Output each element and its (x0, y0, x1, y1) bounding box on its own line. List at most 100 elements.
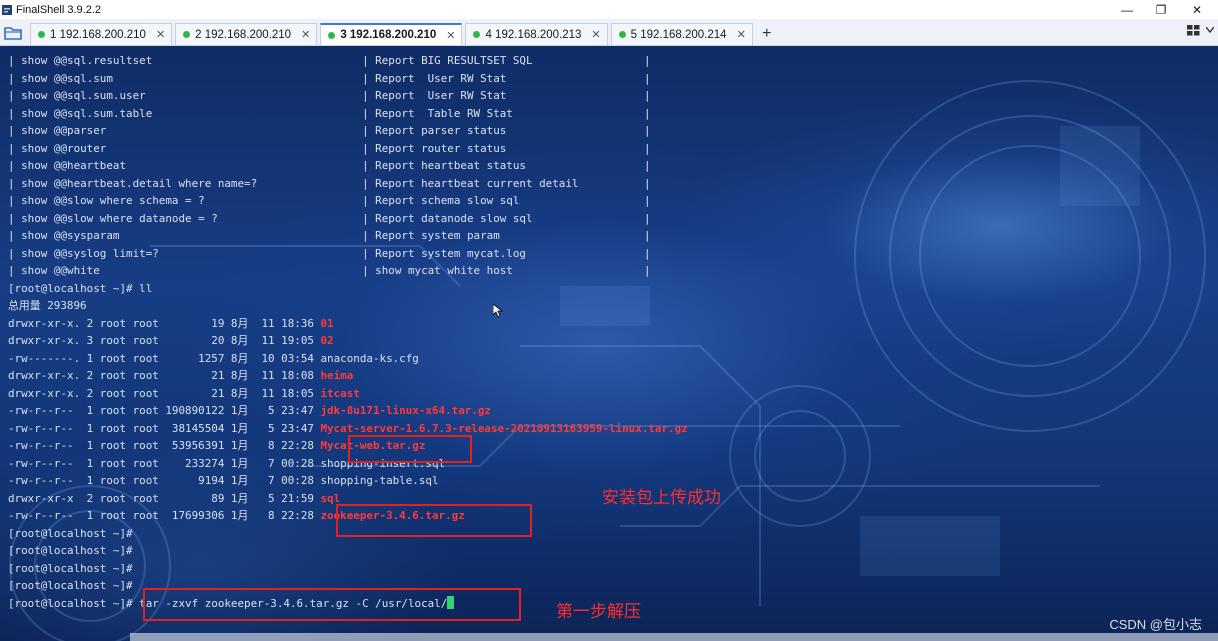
terminal-line-text: | show @@slow where schema = ? | Report … (8, 194, 651, 207)
add-tab-button[interactable]: + (756, 23, 778, 45)
terminal-line: [root@localhost ~]# (8, 560, 688, 578)
terminal-line-text: [root@localhost ~]# ll (8, 281, 153, 295)
terminal-line-text: -rw-r--r-- 1 root root 9194 1月 7 00:28 s… (8, 474, 439, 487)
terminal-line: -rw-r--r-- 1 root root 9194 1月 7 00:28 s… (8, 472, 688, 490)
terminal-line-text: drwxr-xr-x 2 root root 89 1月 5 21:59 (8, 491, 321, 505)
terminal-line: drwxr-xr-x. 2 root root 19 8月 11 18:36 0… (8, 315, 688, 333)
terminal-line-text: | show @@heartbeat | Report heartbeat st… (8, 159, 651, 172)
terminal-line-text: [root@localhost ~]# (8, 561, 133, 575)
terminal-line-text: | show @@heartbeat.detail where name=? |… (8, 176, 651, 190)
highlighted-filename: 02 (320, 334, 334, 347)
terminal-line: | show @@slow where datanode = ? | Repor… (8, 210, 688, 228)
terminal-line-text: 总用量 293896 (8, 299, 87, 312)
tab-label: 2 192.168.200.210 (195, 28, 292, 41)
csdn-watermark: CSDN @包小志 (1109, 617, 1202, 632)
terminal-line: drwxr-xr-x. 2 root root 21 8月 11 18:08 h… (8, 367, 688, 385)
terminal-line: | show @@heartbeat.detail where name=? |… (8, 175, 688, 193)
tab-session-4[interactable]: 4 192.168.200.213 ✕ (465, 23, 608, 45)
session-tab-bar: 1 192.168.200.210 ✕ 2 192.168.200.210 ✕ … (0, 19, 1218, 46)
terminal-line: | show @@sql.resultset | Report BIG RESU… (8, 52, 688, 70)
terminal-line-text: [root@localhost ~]# (8, 579, 133, 592)
terminal-line-text: | show @@router | Report router status | (8, 141, 651, 155)
connected-status-icon (328, 31, 336, 39)
close-tab-icon[interactable]: ✕ (301, 28, 310, 41)
terminal-line: drwxr-xr-x. 2 root root 21 8月 11 18:05 i… (8, 385, 688, 403)
terminal-line-text: | show @@sql.resultset | Report BIG RESU… (8, 54, 651, 67)
terminal-line-text: -rw-r--r-- 1 root root 190890122 1月 5 23… (8, 404, 321, 417)
terminal-panel[interactable]: | show @@sql.resultset | Report BIG RESU… (0, 46, 1218, 641)
tab-label: 1 192.168.200.210 (50, 28, 146, 41)
terminal-line: | show @@syslog limit=? | Report system … (8, 245, 688, 263)
terminal-line: | show @@heartbeat | Report heartbeat st… (8, 157, 688, 175)
terminal-line: | show @@router | Report router status | (8, 140, 688, 158)
tab-session-2[interactable]: 2 192.168.200.210 ✕ (175, 23, 318, 45)
bottom-toolbar-strip (130, 633, 1218, 641)
terminal-line-text: | show @@sql.sum.table | Report Table RW… (8, 106, 651, 120)
terminal-line-text: -rw-r--r-- 1 root root 53956391 1月 8 22:… (8, 439, 321, 452)
connected-status-icon (618, 31, 626, 38)
terminal-line-text: -rw-r--r-- 1 root root 17699306 1月 8 22:… (8, 509, 321, 522)
highlight-box-zookeeper (336, 504, 532, 537)
terminal-line: [root@localhost ~]# (8, 542, 688, 560)
maximize-button[interactable]: ❐ (1144, 0, 1178, 19)
highlighted-filename: Mycat-server-1.6.7.3-release-20210913163… (320, 421, 688, 435)
terminal-line: 总用量 293896 (8, 297, 688, 315)
terminal-line: -rw-------. 1 root root 1257 8月 10 03:54… (8, 350, 688, 368)
highlight-box-mycat-web (348, 435, 472, 463)
highlight-box-tar-command (143, 588, 521, 621)
highlighted-filename: sql (320, 491, 341, 505)
mouse-pointer-icon (493, 304, 503, 318)
terminal-line: | show @@sql.sum | Report User RW Stat | (8, 70, 688, 88)
close-tab-icon[interactable]: ✕ (446, 29, 455, 42)
layout-grid-icon[interactable] (1187, 23, 1200, 39)
upload-success-annotation: 安装包上传成功 (602, 488, 721, 508)
terminal-line: | show @@white | show mycat white host | (8, 262, 688, 280)
minimize-button[interactable]: — (1110, 0, 1144, 19)
terminal-line: | show @@sql.sum.user | Report User RW S… (8, 87, 688, 105)
highlighted-filename: heima (320, 369, 354, 382)
terminal-line: | show @@sysparam | Report system param … (8, 227, 688, 245)
connected-status-icon (473, 31, 481, 38)
terminal-line-text: | show @@sysparam | Report system param … (8, 229, 651, 242)
close-tab-icon[interactable]: ✕ (591, 28, 600, 41)
window-title: FinalShell 3.9.2.2 (16, 3, 101, 16)
chevron-down-icon[interactable] (1205, 25, 1215, 36)
terminal-line-text: [root@localhost ~]# (8, 526, 133, 540)
close-tab-icon[interactable]: ✕ (156, 28, 165, 41)
tab-session-1[interactable]: 1 192.168.200.210 ✕ (30, 23, 173, 45)
terminal-line-text: | show @@parser | Report parser status | (8, 124, 651, 137)
highlighted-filename: itcast (320, 386, 360, 400)
terminal-line: | show @@slow where schema = ? | Report … (8, 192, 688, 210)
close-window-button[interactable]: ✕ (1180, 0, 1214, 19)
tab-session-5[interactable]: 5 192.168.200.214 ✕ (610, 23, 753, 45)
terminal-line-text: drwxr-xr-x. 3 root root 20 8月 11 19:05 (8, 334, 321, 347)
highlighted-filename: 01 (320, 316, 334, 330)
terminal-line-text: -rw-------. 1 root root 1257 8月 10 03:54… (8, 351, 419, 365)
terminal-line-text: drwxr-xr-x. 2 root root 21 8月 11 18:05 (8, 386, 321, 400)
terminal-line-text: [root@localhost ~]# (8, 544, 133, 557)
open-folder-icon[interactable] (0, 21, 26, 45)
finalshell-app-icon (2, 4, 12, 15)
terminal-line: -rw-r--r-- 1 root root 190890122 1月 5 23… (8, 402, 688, 420)
terminal-line-text: | show @@sql.sum | Report User RW Stat | (8, 71, 651, 85)
terminal-line-text: | show @@slow where datanode = ? | Repor… (8, 211, 651, 225)
highlighted-filename: jdk-8u171-linux-x64.tar.gz (320, 404, 491, 417)
title-bar: FinalShell 3.9.2.2 — ❐ ✕ (0, 0, 1218, 19)
tab-label: 5 192.168.200.214 (630, 28, 727, 41)
extract-step-annotation: 第一步解压 (556, 602, 641, 622)
tab-label: 4 192.168.200.213 (485, 28, 582, 41)
tab-label: 3 192.168.200.210 (340, 29, 437, 41)
terminal-line: drwxr-xr-x. 3 root root 20 8月 11 19:05 0… (8, 332, 688, 350)
terminal-line-text: | show @@white | show mycat white host | (8, 264, 651, 277)
terminal-line: | show @@sql.sum.table | Report Table RW… (8, 105, 688, 123)
tab-session-3[interactable]: 3 192.168.200.210 ✕ (320, 23, 463, 45)
terminal-line-text: drwxr-xr-x. 2 root root 19 8月 11 18:36 (8, 316, 321, 330)
terminal-line-text: | show @@sql.sum.user | Report User RW S… (8, 89, 651, 102)
terminal-line-text: -rw-r--r-- 1 root root 38145504 1月 5 23:… (8, 421, 321, 435)
terminal-line: | show @@parser | Report parser status | (8, 122, 688, 140)
terminal-line-text: | show @@syslog limit=? | Report system … (8, 246, 651, 260)
terminal-line-text: drwxr-xr-x. 2 root root 21 8月 11 18:08 (8, 369, 321, 382)
close-tab-icon[interactable]: ✕ (737, 28, 746, 41)
terminal-line: [root@localhost ~]# ll (8, 280, 688, 298)
connected-status-icon (38, 31, 45, 38)
